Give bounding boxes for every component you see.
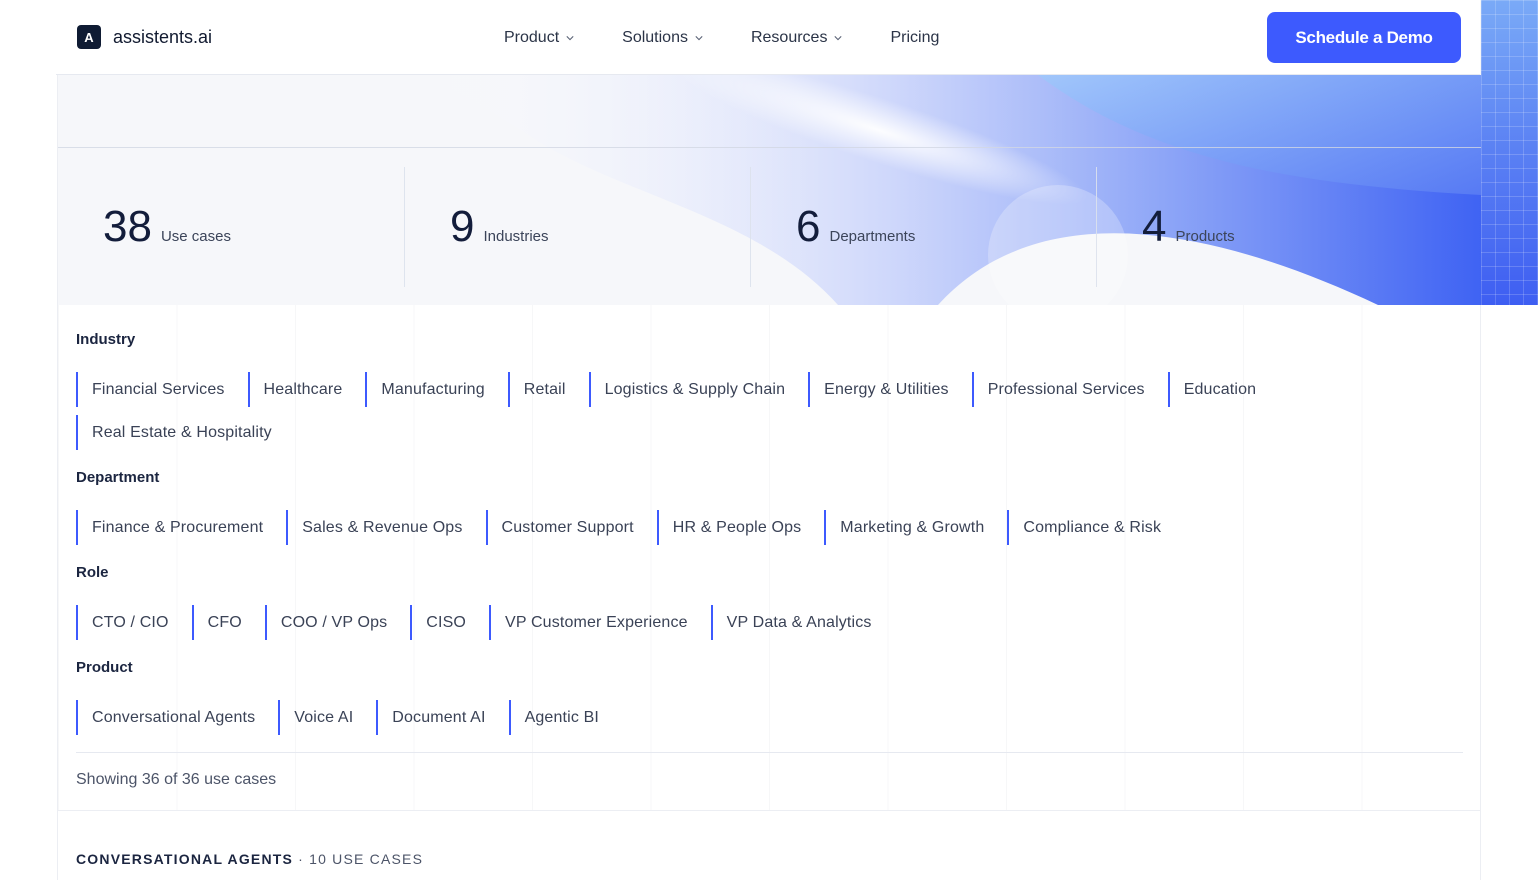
nav-product[interactable]: Product — [504, 29, 574, 47]
frame-line — [1480, 305, 1481, 880]
chevron-down-icon — [566, 35, 574, 40]
nav-pricing-label: Pricing — [890, 28, 940, 46]
chevron-down-icon — [834, 35, 843, 40]
filter-chip-role[interactable]: VP Data & Analytics — [710, 605, 895, 640]
filter-row-role: CTO / CIO CFO COO / VP Ops CISO VP Customer … — [76, 605, 1336, 648]
logo-icon: A — [77, 25, 101, 49]
filter-group-title-industry: Industry — [76, 331, 136, 348]
filter-chip-role[interactable]: CFO — [191, 605, 265, 640]
stat-value: 6 — [796, 202, 821, 251]
filter-chip-industry[interactable]: Education — [1167, 372, 1280, 407]
section-count: · 10 USE CASES — [298, 851, 424, 867]
hero-stats: 38 Use cases 9 Industries 6 Departments … — [58, 75, 1481, 305]
stat-label: Departments — [829, 228, 916, 245]
stat-label: Products — [1175, 228, 1235, 245]
use-case-section: CONVERSATIONAL AGENTS · 10 USE CASES — [58, 810, 1481, 880]
filter-chip-department[interactable]: Sales & Revenue Ops — [286, 510, 485, 545]
stat-value: 4 — [1142, 202, 1167, 251]
filter-chip-department[interactable]: Marketing & Growth — [824, 510, 1007, 545]
site-header: A assistents.ai Product Solutions Resour… — [56, 0, 1480, 75]
results-divider — [76, 752, 1463, 753]
stat-industries: 9 Industries — [404, 167, 750, 287]
nav-resources-label: Resources — [750, 28, 828, 46]
filter-chip-industry[interactable]: Professional Services — [971, 372, 1168, 407]
filter-row-industry: Financial Services Healthcare Manufacturin… — [76, 372, 1336, 458]
chevron-down-icon — [695, 35, 703, 40]
nav-pricing[interactable]: Pricing — [890, 29, 939, 47]
filter-group-title-role: Role — [76, 564, 109, 581]
filter-chip-department[interactable]: Customer Support — [485, 510, 657, 545]
filter-row-department: Finance & Procurement Sales & Revenue Ops… — [76, 510, 1336, 553]
stat-value: 9 — [450, 202, 475, 251]
nav-solutions[interactable]: Solutions — [622, 29, 703, 47]
filter-chip-industry[interactable]: Healthcare — [247, 372, 366, 407]
filter-chip-role[interactable]: CISO — [410, 605, 489, 640]
filter-chip-role[interactable]: VP Customer Experience — [489, 605, 711, 640]
nav-resources[interactable]: Resources — [750, 28, 843, 47]
filter-chip-role[interactable]: CTO / CIO — [76, 605, 192, 640]
section-title: CONVERSATIONAL AGENTS — [76, 851, 294, 867]
filter-chip-department[interactable]: Compliance & Risk — [1007, 510, 1184, 545]
filter-chip-product[interactable]: Voice AI — [278, 700, 376, 735]
filter-chip-product[interactable]: Agentic BI — [508, 700, 622, 735]
filter-chip-industry[interactable]: Manufacturing — [365, 372, 507, 407]
filter-panel: Industry Financial Services Healthcare Man… — [58, 305, 1481, 811]
stat-label: Industries — [483, 228, 549, 245]
section-heading: CONVERSATIONAL AGENTS · 10 USE CASES — [76, 851, 423, 867]
stat-value: 38 — [103, 202, 152, 251]
hero-divider — [58, 147, 1481, 148]
stat-departments: 6 Departments — [750, 167, 1096, 287]
filter-group-title-product: Product — [76, 659, 133, 676]
filter-chip-industry[interactable]: Logistics & Supply Chain — [588, 372, 809, 407]
filter-chip-department[interactable]: HR & People Ops — [656, 510, 825, 545]
filter-chip-role[interactable]: COO / VP Ops — [264, 605, 410, 640]
filter-group-title-department: Department — [76, 469, 160, 486]
frame-line — [57, 75, 58, 880]
stat-label: Use cases — [160, 228, 231, 245]
nav-product-label: Product — [504, 28, 560, 46]
filter-chip-product[interactable]: Conversational Agents — [76, 700, 278, 735]
filter-chip-industry[interactable]: Financial Services — [76, 372, 248, 407]
nav-solutions-label: Solutions — [622, 28, 688, 46]
results-count: Showing 36 of 36 use cases — [76, 771, 277, 788]
filter-chip-industry[interactable]: Retail — [507, 372, 589, 407]
main-nav: Product Solutions Resources Pricing — [504, 0, 987, 75]
filter-chip-department[interactable]: Finance & Procurement — [76, 510, 286, 545]
filter-chip-industry[interactable]: Energy & Utilities — [808, 372, 972, 407]
stat-products: 4 Products — [1096, 167, 1442, 287]
schedule-demo-button[interactable]: Schedule a Demo — [1267, 12, 1461, 63]
brand-name: assistents.ai — [113, 26, 213, 47]
decorative-grid-strip — [1481, 0, 1538, 305]
stat-use-cases: 38 Use cases — [58, 167, 404, 287]
stats-row: 38 Use cases 9 Industries 6 Departments … — [58, 167, 1481, 287]
filter-chip-product[interactable]: Document AI — [376, 700, 508, 735]
brand[interactable]: A assistents.ai — [77, 25, 212, 49]
filter-row-product: Conversational Agents Voice AI Document AI… — [76, 700, 1336, 743]
filter-chip-industry[interactable]: Real Estate & Hospitality — [76, 415, 295, 450]
